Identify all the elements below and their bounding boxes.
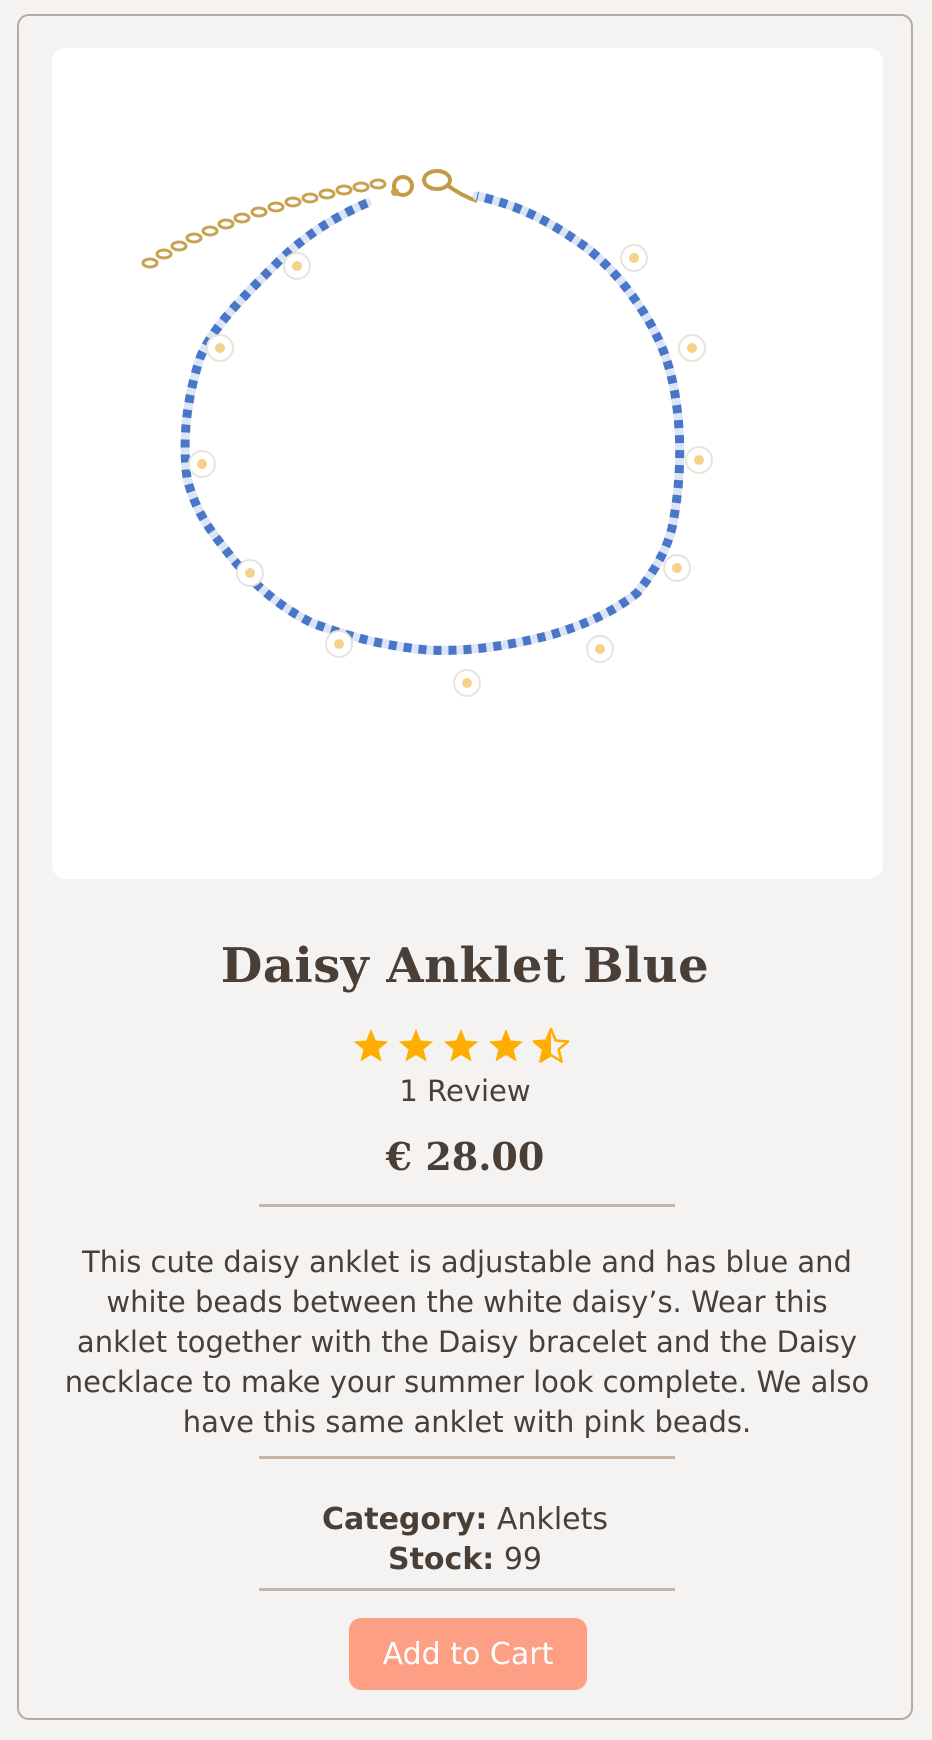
divider (259, 1204, 675, 1207)
divider (259, 1456, 675, 1459)
product-title: Daisy Anklet Blue (220, 938, 710, 994)
stock-row: Stock: 99 (19, 1540, 911, 1580)
category-label: Category: (321, 1502, 488, 1537)
category-value: Anklets (496, 1502, 609, 1537)
add-to-cart-button[interactable]: Add to Cart (349, 1618, 587, 1690)
star-icon (443, 1029, 479, 1062)
daisy-beads (188, 244, 713, 697)
product-card: Daisy Anklet Blue 1 Review € 28.00 This … (17, 14, 913, 1720)
product-info: Daisy Anklet Blue 1 Review € 28.00 (19, 938, 911, 1179)
product-image[interactable] (52, 48, 883, 879)
star-rating (353, 1027, 570, 1063)
product-meta: Category: Anklets Stock: 99 (19, 1500, 911, 1580)
star-icon (532, 1027, 570, 1063)
stock-value: 99 (503, 1542, 543, 1577)
divider (259, 1588, 675, 1591)
review-count[interactable]: 1 Review (19, 1074, 911, 1108)
category-row: Category: Anklets (19, 1500, 911, 1540)
star-icon (488, 1029, 524, 1062)
star-icon (398, 1029, 434, 1062)
rating-stars (19, 1026, 911, 1066)
product-description: This cute daisy anklet is adjustable and… (64, 1245, 870, 1439)
star-icon (353, 1029, 389, 1062)
anklet-image (141, 169, 713, 697)
stock-label: Stock: (387, 1542, 495, 1577)
product-price: € 28.00 (385, 1134, 545, 1179)
